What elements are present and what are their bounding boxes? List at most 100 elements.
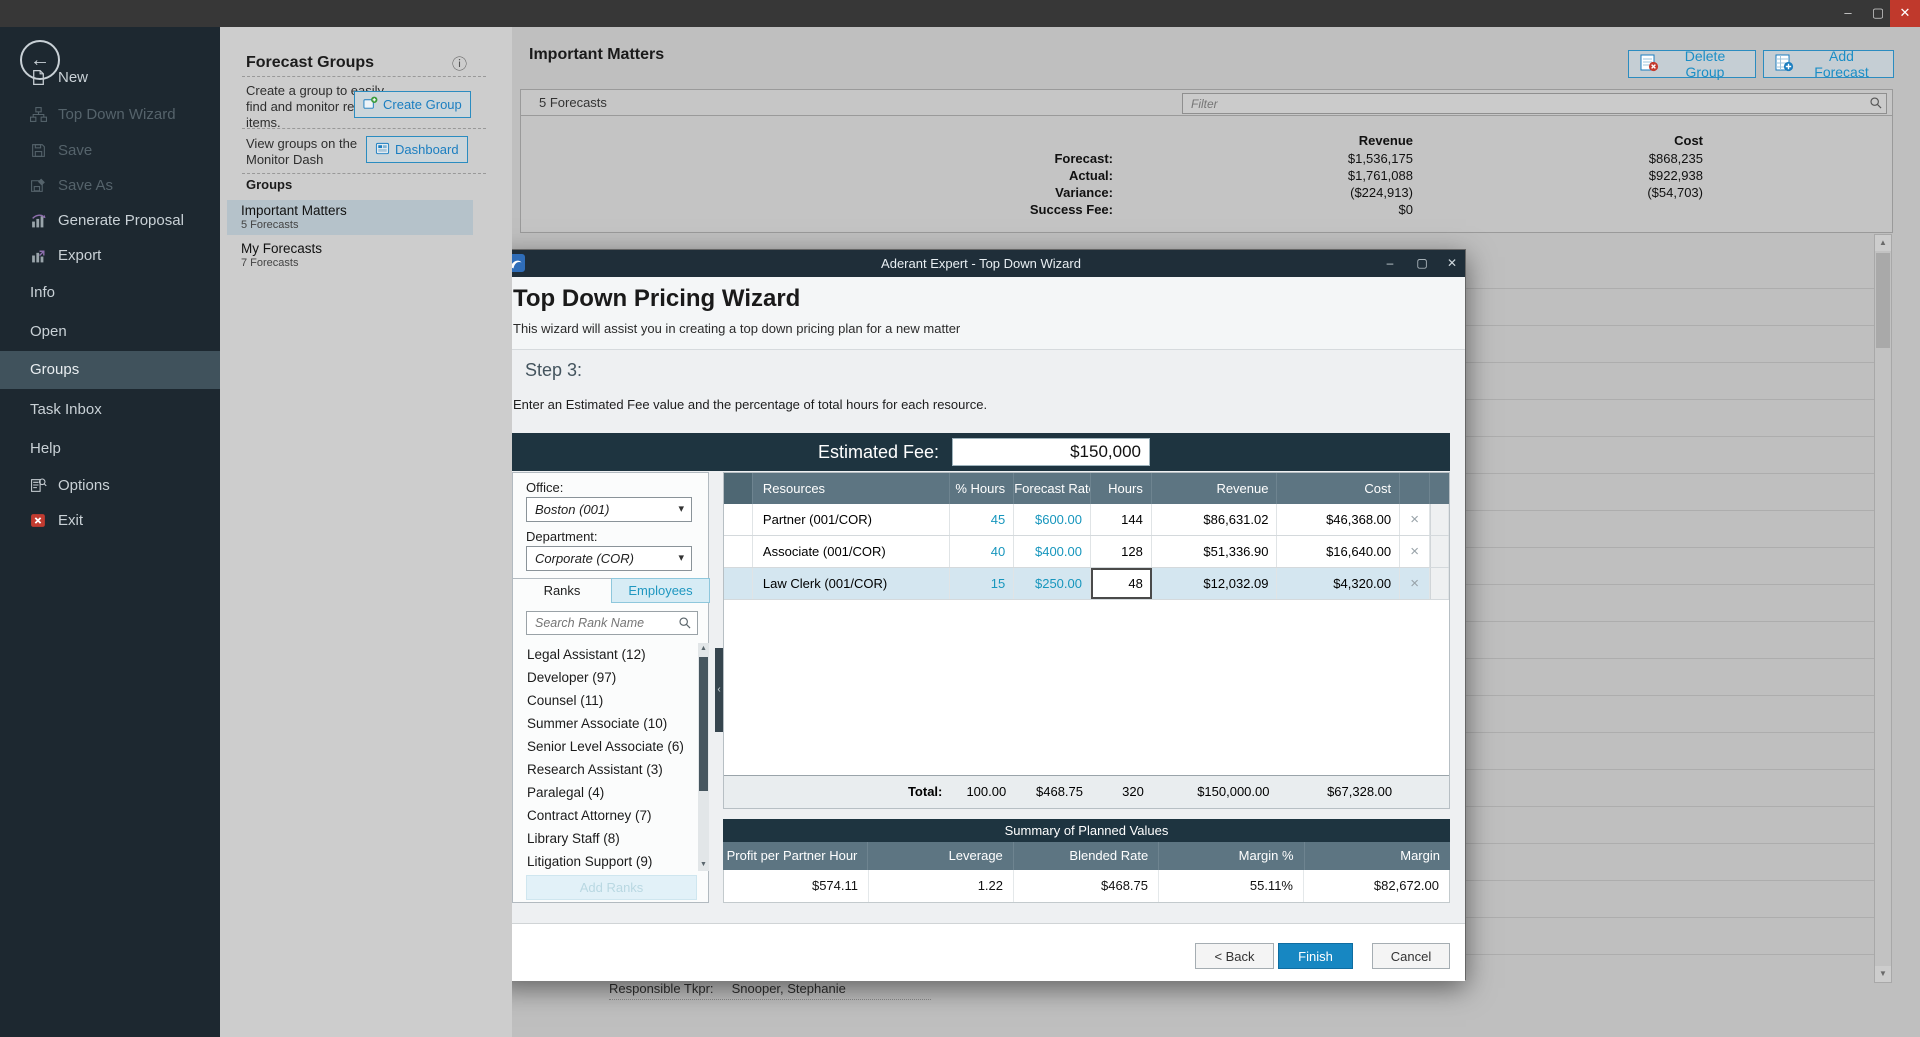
list-item[interactable]: Summer Associate (10)	[513, 712, 698, 735]
list-item[interactable]: Senior Level Associate (6)	[513, 735, 698, 758]
row-indicator	[724, 568, 753, 599]
list-item[interactable]: Legal Assistant (12)	[513, 643, 698, 666]
sidebar-item-task-inbox[interactable]: Task Inbox	[0, 391, 220, 429]
finish-button[interactable]: Finish	[1278, 943, 1353, 969]
wizard-title: Top Down Pricing Wizard	[513, 285, 800, 313]
info-icon[interactable]: ⓘ	[452, 53, 467, 74]
save-as-icon	[30, 177, 47, 194]
dialog-maximize-button[interactable]: ▢	[1409, 250, 1435, 277]
wizard-footer: < Back Finish Cancel	[497, 923, 1465, 981]
window-maximize-button[interactable]: ▢	[1863, 0, 1893, 27]
scrollbar-thumb[interactable]	[1876, 253, 1890, 348]
group-item-my-forecasts[interactable]: My Forecasts 7 Forecasts	[227, 238, 473, 273]
list-item[interactable]: Contract Attorney (7)	[513, 804, 698, 827]
list-item[interactable]: Counsel (11)	[513, 689, 698, 712]
rank-search-input[interactable]	[527, 612, 677, 634]
office-dropdown[interactable]: Boston (001) ▾	[526, 497, 692, 522]
list-item[interactable]: Litigation Support (9)	[513, 850, 698, 873]
scroll-up-icon[interactable]: ▲	[698, 643, 709, 655]
forecast-count: 5 Forecasts	[539, 95, 607, 110]
minimize-icon: –	[1844, 5, 1851, 20]
department-label: Department:	[526, 529, 598, 544]
divider	[242, 128, 486, 129]
add-forecast-icon	[1774, 53, 1794, 76]
page-title: Important Matters	[529, 46, 664, 64]
delete-row-icon[interactable]: ×	[1410, 511, 1419, 528]
list-item[interactable]: Developer (97)	[513, 666, 698, 689]
forecast-rate-cell[interactable]: $400.00	[1014, 536, 1091, 567]
delete-row-icon[interactable]: ×	[1410, 543, 1419, 560]
delete-group-button[interactable]: Delete Group	[1628, 50, 1756, 78]
sidebar-item-help[interactable]: Help	[0, 430, 220, 468]
forecast-rate-cell[interactable]: $250.00	[1014, 568, 1091, 599]
list-item[interactable]: Research Assistant (3)	[513, 758, 698, 781]
list-item[interactable]: Paralegal (4)	[513, 781, 698, 804]
add-forecast-button[interactable]: Add Forecast	[1763, 50, 1894, 78]
search-icon[interactable]	[678, 616, 692, 630]
rank-list: Legal Assistant (12) Developer (97) Coun…	[513, 643, 698, 873]
forecast-rate-cell[interactable]: $600.00	[1014, 504, 1091, 535]
generate-proposal-icon	[30, 212, 47, 229]
filter-input[interactable]	[1182, 93, 1887, 114]
summary-values-row: $574.11 1.22 $468.75 55.11% $82,672.00	[723, 870, 1450, 903]
scrollbar-thumb[interactable]	[699, 657, 708, 791]
table-header-row: Revenue Cost Profit GM% Hours	[521, 133, 1894, 150]
main-vertical-scrollbar[interactable]: ▲ ▼	[1874, 234, 1892, 983]
sidebar-item-save[interactable]: Save	[0, 132, 220, 170]
pct-hours-cell[interactable]: 15	[950, 568, 1014, 599]
add-ranks-button[interactable]: Add Ranks	[526, 875, 697, 900]
group-item-important-matters[interactable]: Important Matters 5 Forecasts	[227, 200, 473, 235]
cancel-button[interactable]: Cancel	[1372, 943, 1450, 969]
table-row-selected[interactable]: Law Clerk (001/COR) 15 $250.00 48 $12,03…	[724, 568, 1449, 600]
list-item[interactable]: Library Staff (8)	[513, 827, 698, 850]
forecast-summary-table: Revenue Cost Profit GM% Hours Forecast: …	[520, 116, 1893, 233]
sidebar-item-info[interactable]: Info	[0, 274, 220, 312]
delete-row-icon[interactable]: ×	[1410, 575, 1419, 592]
resource-selection-panel: Office: Boston (001) ▾ Department: Corpo…	[512, 472, 709, 903]
sidebar-item-new[interactable]: New	[0, 59, 220, 97]
delete-group-icon	[1639, 53, 1659, 76]
tab-ranks[interactable]: Ranks	[513, 578, 611, 603]
window-close-button[interactable]: ✕	[1890, 0, 1920, 27]
sidebar-item-generate-proposal[interactable]: Generate Proposal	[0, 202, 220, 240]
sidebar-item-exit[interactable]: Exit	[0, 502, 220, 540]
hours-cell-focused[interactable]: 48	[1091, 568, 1152, 599]
pct-hours-cell[interactable]: 40	[950, 536, 1014, 567]
summary-title-bar: Summary of Planned Values	[723, 819, 1450, 842]
forecasts-toolbar: 5 Forecasts	[520, 89, 1893, 116]
save-icon	[30, 142, 47, 159]
create-group-button[interactable]: Create Group	[354, 91, 471, 118]
chevron-down-icon: ▾	[678, 547, 684, 570]
pct-hours-cell[interactable]: 45	[950, 504, 1014, 535]
sidebar-item-groups[interactable]: Groups	[0, 351, 220, 389]
sidebar-item-open[interactable]: Open	[0, 313, 220, 351]
dialog-minimize-button[interactable]: –	[1377, 250, 1403, 277]
estimated-fee-input[interactable]	[952, 438, 1150, 466]
window-minimize-button[interactable]: –	[1833, 0, 1863, 27]
sidebar-item-save-as[interactable]: Save As	[0, 167, 220, 205]
wizard-subtitle: This wizard will assist you in creating …	[513, 321, 960, 336]
tab-employees[interactable]: Employees	[611, 578, 710, 603]
collapse-panel-handle[interactable]: ‹	[715, 648, 723, 732]
table-row[interactable]: Partner (001/COR) 45 $600.00 144 $86,631…	[724, 504, 1449, 536]
rank-list-scrollbar[interactable]: ▲ ▼	[698, 643, 709, 871]
sidebar-item-export[interactable]: Export	[0, 237, 220, 275]
divider	[609, 999, 931, 1000]
search-icon[interactable]	[1869, 96, 1883, 110]
dialog-title: Aderant Expert - Top Down Wizard	[497, 250, 1465, 277]
table-row[interactable]: Associate (001/COR) 40 $400.00 128 $51,3…	[724, 536, 1449, 568]
row-indicator	[724, 504, 753, 535]
department-dropdown[interactable]: Corporate (COR) ▾	[526, 546, 692, 571]
scroll-down-icon[interactable]: ▼	[698, 859, 709, 871]
dialog-titlebar[interactable]: Aderant Expert - Top Down Wizard – ▢ ✕	[497, 250, 1465, 277]
close-icon: ✕	[1447, 256, 1457, 270]
dialog-close-button[interactable]: ✕	[1439, 250, 1465, 277]
sidebar-item-top-down-wizard[interactable]: Top Down Wizard	[0, 96, 220, 134]
resource-table-total-row: Total: 100.00 $468.75 320 $150,000.00 $6…	[724, 775, 1449, 808]
sidebar-item-options[interactable]: Options	[0, 467, 220, 505]
scroll-down-icon[interactable]: ▼	[1875, 966, 1891, 982]
back-button[interactable]: < Back	[1195, 943, 1274, 969]
new-document-icon	[30, 69, 47, 86]
dashboard-button[interactable]: Dashboard	[366, 136, 468, 163]
scroll-up-icon[interactable]: ▲	[1875, 235, 1891, 251]
